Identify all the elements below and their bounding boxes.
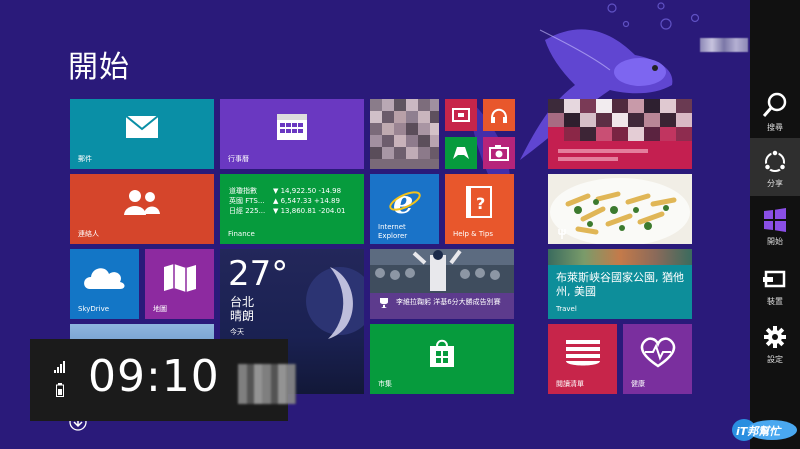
ie-tile[interactable]: e Internet Explorer <box>370 174 439 244</box>
weather-temperature: 27° <box>228 254 289 294</box>
charm-label: 設定 <box>767 355 783 364</box>
skydrive-tile[interactable]: SkyDrive <box>70 249 139 319</box>
moon-icon <box>306 267 364 339</box>
maps-tile-label: 地圖 <box>153 305 167 313</box>
calendar-tile-label: 行事曆 <box>228 155 249 163</box>
finance-row-value: ▼ 14,922.50 -14.98 <box>273 187 342 195</box>
people-tile-label: 連絡人 <box>78 230 99 238</box>
travel-tile-label: Travel <box>556 305 577 313</box>
search-icon <box>763 92 787 117</box>
headphones-icon <box>491 108 507 123</box>
ithome-watermark-text: iT邦幫忙 <box>736 425 781 438</box>
sports-tile[interactable]: 李維拉鞠躬 洋基6分大勝成告別賽 <box>370 249 514 319</box>
finance-row: 道瓊指數 ▼ 14,922.50 -14.98 <box>229 186 341 196</box>
charm-label: 開始 <box>767 237 783 246</box>
charm-label: 搜尋 <box>767 123 783 132</box>
svg-text:?: ? <box>476 194 485 213</box>
photo-mosaic-blurred <box>370 99 439 169</box>
music-tile[interactable] <box>483 99 515 131</box>
mail-tile-label: 郵件 <box>78 155 92 163</box>
news-tile[interactable] <box>548 99 692 169</box>
user-account-name-blurred[interactable] <box>700 38 748 52</box>
trophy-icon <box>380 298 388 308</box>
battery-icon <box>56 383 64 397</box>
store-tile-label: 市集 <box>378 380 392 388</box>
health-tile[interactable]: 健康 <box>623 324 692 394</box>
clock-time: 09:10 <box>88 351 220 402</box>
windows-icon <box>764 208 786 232</box>
finance-row-value: ▼ 13,860.81 -204.01 <box>273 207 346 215</box>
finance-tile-label: Finance <box>228 230 255 238</box>
ithome-watermark: iT邦幫忙 <box>730 416 798 444</box>
page-title: 開始 <box>68 50 130 86</box>
store-bag-icon <box>430 339 454 367</box>
video-tile[interactable] <box>445 99 477 131</box>
reading-list-icon <box>566 340 600 366</box>
news-photo-mosaic-blurred <box>548 99 692 169</box>
store-tile[interactable]: 市集 <box>370 324 514 394</box>
finance-row: 英國 FTS... ▲ 6,547.33 +14.89 <box>229 196 340 206</box>
finance-row-name: 英國 FTS... <box>229 197 265 205</box>
charm-share[interactable]: 分享 <box>750 138 800 196</box>
charm-settings[interactable]: 設定 <box>750 314 800 372</box>
travel-tile[interactable]: 布萊斯峽谷國家公園, 猶他州, 美國 Travel <box>548 249 692 319</box>
maps-tile[interactable]: 地圖 <box>145 249 214 319</box>
reading-list-tile-label: 閱讀清單 <box>556 380 584 388</box>
help-tile[interactable]: ? Help & Tips <box>445 174 514 244</box>
sports-headline: 李維拉鞠躬 洋基6分大勝成告別賽 <box>396 298 501 306</box>
games-tile[interactable] <box>445 137 477 169</box>
finance-row-name: 道瓊指數 <box>229 187 257 195</box>
people-icon <box>122 188 162 218</box>
weather-condition: 晴朗 <box>230 309 255 323</box>
clock-overlay: 09:10 <box>30 339 296 421</box>
calendar-tile[interactable]: 行事曆 <box>220 99 364 169</box>
help-tile-label: Help & Tips <box>453 230 493 238</box>
charm-search[interactable]: 搜尋 <box>750 82 800 140</box>
settings-icon <box>764 326 786 348</box>
travel-photo-strip <box>548 249 692 265</box>
devices-icon <box>763 270 786 288</box>
internet-explorer-icon: e <box>389 184 421 218</box>
camera-tile[interactable] <box>483 137 515 169</box>
charm-start[interactable]: 開始 <box>750 196 800 254</box>
signal-strength-icon <box>54 361 65 373</box>
people-tile[interactable]: 連絡人 <box>70 174 214 244</box>
camera-icon <box>489 145 509 161</box>
charm-label: 分享 <box>767 179 783 188</box>
start-screen: { "page": { "title": "開始" }, "tiles": { … <box>0 0 800 449</box>
finance-row-name: 日經 225... <box>229 207 266 215</box>
finance-tile[interactable]: 道瓊指數 ▼ 14,922.50 -14.98 英國 FTS... ▲ 6,547.… <box>220 174 364 244</box>
charm-label: 裝置 <box>767 297 783 306</box>
svg-text:e: e <box>393 184 413 218</box>
sports-photo <box>370 249 514 293</box>
video-icon <box>452 108 470 122</box>
reading-list-tile[interactable]: 閱讀清單 <box>548 324 617 394</box>
weather-today-label: 今天 <box>230 328 244 336</box>
finance-row: 日經 225... ▼ 13,860.81 -204.01 <box>229 206 345 216</box>
skydrive-tile-label: SkyDrive <box>78 305 110 313</box>
share-icon <box>763 149 787 172</box>
calendar-icon <box>276 111 308 141</box>
food-fork-icon <box>558 229 566 239</box>
photos-tile[interactable] <box>370 99 439 169</box>
help-book-icon: ? <box>466 186 492 218</box>
ie-tile-label: Internet Explorer <box>378 223 408 240</box>
charm-devices[interactable]: 裝置 <box>750 256 800 314</box>
map-icon <box>162 263 198 293</box>
travel-headline: 布萊斯峽谷國家公園, 猶他州, 美國 <box>556 271 684 298</box>
finance-row-value: ▲ 6,547.33 +14.89 <box>273 197 340 205</box>
health-tile-label: 健康 <box>631 380 645 388</box>
charms-bar: 搜尋 分享 開始 裝置 設定 <box>750 0 800 449</box>
cloud-icon <box>82 263 126 291</box>
mail-tile[interactable]: 郵件 <box>70 99 214 169</box>
mail-icon <box>125 115 159 139</box>
heart-pulse-icon <box>640 337 676 368</box>
gamepad-icon <box>453 147 469 159</box>
clock-date-blurred <box>238 364 296 404</box>
food-tile[interactable] <box>548 174 692 244</box>
food-photo <box>548 174 692 244</box>
